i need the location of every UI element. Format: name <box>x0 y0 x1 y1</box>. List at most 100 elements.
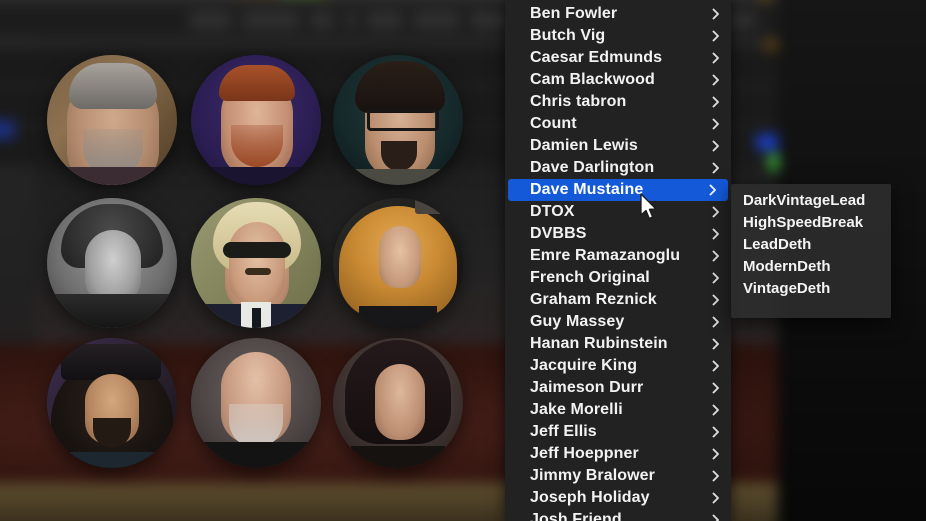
chevron-right-icon <box>712 448 719 460</box>
submenu-item-darkvintagelead[interactable]: DarkVintageLead <box>731 190 891 212</box>
submenu-item-label: LeadDeth <box>743 236 812 253</box>
menu-item-caesar-edmunds[interactable]: Caesar Edmunds <box>505 47 731 69</box>
avatar-face <box>379 226 421 288</box>
avatar-7[interactable] <box>47 338 177 468</box>
menu-item-dave-darlington[interactable]: Dave Darlington <box>505 157 731 179</box>
submenu-item-vintagedeth[interactable]: VintageDeth <box>731 278 891 300</box>
avatar-photo <box>191 55 321 185</box>
submenu-item-label: VintageDeth <box>743 280 831 297</box>
menu-item-label: Joseph Holiday <box>530 489 650 506</box>
submenu-item-label: HighSpeedBreak <box>743 214 864 231</box>
menu-item-dtox[interactable]: DTOX <box>505 201 731 223</box>
menu-item-count[interactable]: Count <box>505 113 731 135</box>
menu-item-cam-blackwood[interactable]: Cam Blackwood <box>505 69 731 91</box>
menu-item-chris-tabron[interactable]: Chris tabron <box>505 91 731 113</box>
chevron-right-icon <box>712 30 719 42</box>
avatar-shirt <box>359 306 437 328</box>
avatar-suit <box>51 294 173 328</box>
avatar-6[interactable] <box>333 198 463 328</box>
chevron-right-icon <box>712 492 719 504</box>
avatar-shirt <box>69 452 155 468</box>
menu-item-french-original[interactable]: French Original <box>505 267 731 289</box>
menu-item-label: Hanan Rubinstein <box>530 335 668 352</box>
avatar-1[interactable] <box>47 55 177 185</box>
avatar-tie <box>252 308 261 328</box>
menu-item-jeff-hoeppner[interactable]: Jeff Hoeppner <box>505 443 731 465</box>
screen: Ben Fowler Butch Vig Caesar Edmunds Cam Bla… <box>0 0 926 521</box>
chevron-right-icon <box>712 514 719 521</box>
menu-item-josh-friend[interactable]: Josh Friend <box>505 509 731 521</box>
background-clip-amber <box>758 0 772 4</box>
menu-item-jaimeson-durr[interactable]: Jaimeson Durr <box>505 377 731 399</box>
chevron-right-icon <box>712 8 719 20</box>
chevron-right-icon <box>712 162 719 174</box>
avatar-face <box>85 230 141 304</box>
menu-item-label: Jaimeson Durr <box>530 379 644 396</box>
avatar-5[interactable] <box>191 198 321 328</box>
menu-item-jake-morelli[interactable]: Jake Morelli <box>505 399 731 421</box>
avatar-shirt <box>55 167 171 185</box>
avatar-hair <box>355 61 445 113</box>
avatar-glasses <box>367 109 439 131</box>
menu-item-dave-mustaine[interactable]: Dave Mustaine <box>508 179 728 201</box>
avatar-face <box>375 364 425 440</box>
avatar-3[interactable] <box>333 55 463 185</box>
menu-item-label: Cam Blackwood <box>530 71 655 88</box>
menu-item-ben-fowler[interactable]: Ben Fowler <box>505 3 731 25</box>
chevron-right-icon <box>712 96 719 108</box>
menu-item-joseph-holiday[interactable]: Joseph Holiday <box>505 487 731 509</box>
avatar-shirt <box>343 169 455 185</box>
menu-item-emre-ramazanoglu[interactable]: Emre Ramazanoglu <box>505 245 731 267</box>
menu-item-butch-vig[interactable]: Butch Vig <box>505 25 731 47</box>
dave-mustaine-preset-submenu[interactable]: DarkVintageLead HighSpeedBreak LeadDeth Mod… <box>731 184 891 318</box>
menu-item-label: Graham Reznick <box>530 291 657 308</box>
menu-item-hanan-rubinstein[interactable]: Hanan Rubinstein <box>505 333 731 355</box>
submenu-item-label: ModernDeth <box>743 258 831 275</box>
avatar-4[interactable] <box>47 198 177 328</box>
menu-item-damien-lewis[interactable]: Damien Lewis <box>505 135 731 157</box>
chevron-right-icon <box>712 426 719 438</box>
avatar-photo <box>47 55 177 185</box>
avatar-photo <box>333 338 463 468</box>
avatar-photo <box>191 338 321 468</box>
menu-item-jimmy-bralower[interactable]: Jimmy Bralower <box>505 465 731 487</box>
menu-item-label: Dave Mustaine <box>530 181 644 198</box>
avatar-face <box>229 222 285 306</box>
chevron-right-icon <box>712 338 719 350</box>
chevron-right-icon <box>712 206 719 218</box>
menu-item-label: Jeff Ellis <box>530 423 597 440</box>
chevron-right-icon <box>712 52 719 64</box>
menu-item-label: Jimmy Bralower <box>530 467 656 484</box>
menu-item-graham-reznick[interactable]: Graham Reznick <box>505 289 731 311</box>
chevron-right-icon <box>712 470 719 482</box>
menu-item-label: Dave Darlington <box>530 159 655 176</box>
menu-item-label: Chris tabron <box>530 93 627 110</box>
submenu-item-label: DarkVintageLead <box>743 192 866 209</box>
avatar-photo <box>47 338 177 468</box>
chevron-right-icon <box>712 360 719 372</box>
chevron-right-icon <box>712 382 719 394</box>
submenu-item-highspeedbreak[interactable]: HighSpeedBreak <box>731 212 891 234</box>
avatar-9[interactable] <box>333 338 463 468</box>
chevron-right-icon <box>709 184 716 196</box>
menu-item-jeff-ellis[interactable]: Jeff Ellis <box>505 421 731 443</box>
chevron-right-icon <box>712 228 719 240</box>
producer-avatar-grid <box>0 0 500 521</box>
menu-item-label: Guy Massey <box>530 313 625 330</box>
menu-item-label: Butch Vig <box>530 27 606 44</box>
avatar-8[interactable] <box>191 338 321 468</box>
submenu-item-leaddeth[interactable]: LeadDeth <box>731 234 891 256</box>
submenu-item-moderndeth[interactable]: ModernDeth <box>731 256 891 278</box>
menu-item-dvbbs[interactable]: DVBBS <box>505 223 731 245</box>
menu-item-jacquire-king[interactable]: Jacquire King <box>505 355 731 377</box>
avatar-2[interactable] <box>191 55 321 185</box>
menu-item-label: Caesar Edmunds <box>530 49 663 66</box>
menu-item-label: Damien Lewis <box>530 137 638 154</box>
chevron-right-icon <box>712 404 719 416</box>
chevron-right-icon <box>712 272 719 284</box>
producer-list-menu[interactable]: Ben Fowler Butch Vig Caesar Edmunds Cam Bla… <box>505 0 731 521</box>
menu-item-guy-massey[interactable]: Guy Massey <box>505 311 731 333</box>
menu-item-label: Ben Fowler <box>530 5 618 22</box>
chevron-right-icon <box>712 140 719 152</box>
avatar-photo <box>333 198 463 328</box>
